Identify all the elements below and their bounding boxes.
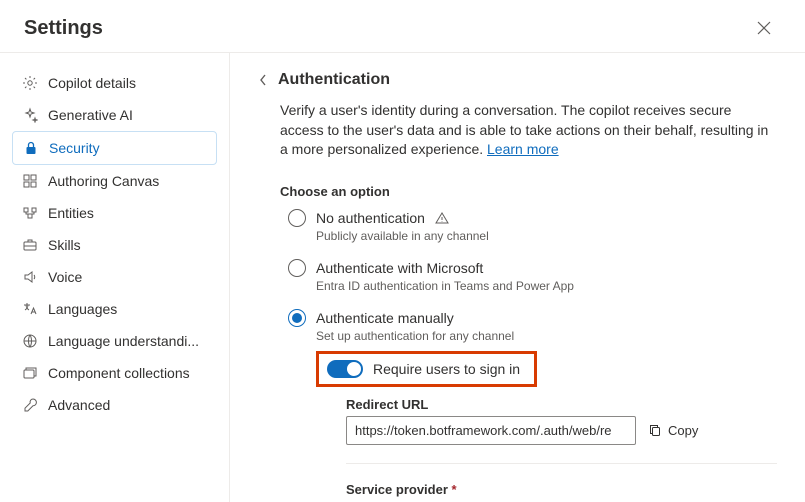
redirect-url-label: Redirect URL — [346, 397, 777, 412]
languages-icon — [22, 301, 38, 317]
back-button[interactable] — [258, 73, 268, 87]
option-label: Authenticate manually — [316, 310, 454, 326]
sidebar-item-entities[interactable]: Entities — [12, 197, 217, 229]
option-label: Authenticate with Microsoft — [316, 260, 483, 276]
dialog-title: Settings — [24, 17, 103, 40]
option-sublabel: Entra ID authentication in Teams and Pow… — [316, 279, 777, 293]
option-label: No authentication — [316, 210, 425, 226]
choose-option-label: Choose an option — [280, 184, 777, 199]
sidebar-item-label: Languages — [48, 301, 117, 317]
require-signin-highlight: Require users to sign in — [316, 351, 537, 387]
sidebar-item-generative-ai[interactable]: Generative AI — [12, 99, 217, 131]
sidebar-item-security[interactable]: Security — [12, 131, 217, 165]
sidebar-item-copilot-details[interactable]: Copilot details — [12, 67, 217, 99]
close-icon — [757, 21, 771, 35]
learn-more-link[interactable]: Learn more — [487, 141, 559, 157]
sidebar-item-languages[interactable]: Languages — [12, 293, 217, 325]
radio-icon[interactable] — [288, 309, 306, 327]
copy-icon — [648, 423, 662, 437]
sidebar-item-voice[interactable]: Voice — [12, 261, 217, 293]
sidebar-item-label: Generative AI — [48, 107, 133, 123]
sidebar-item-label: Authoring Canvas — [48, 173, 159, 189]
briefcase-icon — [22, 237, 38, 253]
sidebar-item-label: Copilot details — [48, 75, 136, 91]
settings-sidebar: Copilot details Generative AI Security A… — [0, 53, 230, 502]
copy-button[interactable]: Copy — [648, 423, 698, 438]
require-signin-toggle[interactable] — [327, 360, 363, 378]
radio-icon[interactable] — [288, 209, 306, 227]
sparkle-icon — [22, 107, 38, 123]
globe-icon — [22, 333, 38, 349]
sidebar-item-label: Advanced — [48, 397, 110, 413]
page-description: Verify a user's identity during a conver… — [280, 101, 777, 160]
sidebar-item-label: Component collections — [48, 365, 190, 381]
page-title: Authentication — [278, 71, 390, 89]
option-sublabel: Set up authentication for any channel — [316, 329, 777, 343]
dialog-header: Settings — [0, 0, 805, 52]
sidebar-item-language-understanding[interactable]: Language understandi... — [12, 325, 217, 357]
require-signin-label: Require users to sign in — [373, 361, 520, 377]
sidebar-item-label: Security — [49, 140, 100, 156]
wrench-icon — [22, 397, 38, 413]
voice-icon — [22, 269, 38, 285]
option-authenticate-manually[interactable]: Authenticate manually Set up authenticat… — [288, 309, 777, 497]
redirect-url-input[interactable] — [346, 416, 636, 445]
sidebar-item-component-collections[interactable]: Component collections — [12, 357, 217, 389]
option-authenticate-microsoft[interactable]: Authenticate with Microsoft Entra ID aut… — [288, 259, 777, 293]
collections-icon — [22, 365, 38, 381]
radio-icon[interactable] — [288, 259, 306, 277]
option-sublabel: Publicly available in any channel — [316, 229, 777, 243]
warning-icon — [435, 211, 449, 225]
option-no-authentication[interactable]: No authentication Publicly available in … — [288, 209, 777, 243]
sidebar-item-label: Skills — [48, 237, 81, 253]
sidebar-item-label: Voice — [48, 269, 82, 285]
grid-icon — [22, 173, 38, 189]
main-panel: Authentication Verify a user's identity … — [230, 53, 805, 502]
sidebar-item-skills[interactable]: Skills — [12, 229, 217, 261]
service-provider-label: Service provider * — [346, 482, 777, 497]
close-button[interactable] — [757, 16, 781, 40]
chevron-left-icon — [258, 73, 268, 87]
sidebar-item-label: Language understandi... — [48, 333, 199, 349]
lock-icon — [23, 140, 39, 156]
entities-icon — [22, 205, 38, 221]
divider — [346, 463, 777, 464]
gear-icon — [22, 75, 38, 91]
sidebar-item-authoring-canvas[interactable]: Authoring Canvas — [12, 165, 217, 197]
sidebar-item-label: Entities — [48, 205, 94, 221]
sidebar-item-advanced[interactable]: Advanced — [12, 389, 217, 421]
